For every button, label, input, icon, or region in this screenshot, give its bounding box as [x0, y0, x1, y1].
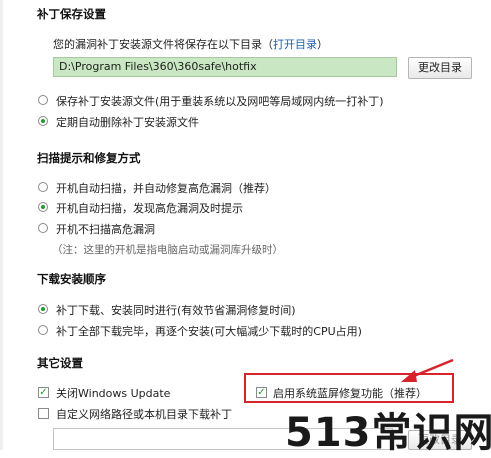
- scan-autofix-radio[interactable]: [38, 182, 48, 192]
- keep-patch-files-radio[interactable]: [38, 95, 48, 105]
- download-parallel-label: 补丁下载、安装同时进行(有效节省漏洞修复时间): [56, 304, 296, 317]
- patch-save-desc-suffix: ）: [317, 38, 328, 51]
- change-directory-button[interactable]: 更改目录: [408, 57, 472, 79]
- no-scan-label: 开机不扫描高危漏洞: [56, 223, 155, 236]
- download-title: 下载安装顺序: [37, 272, 106, 286]
- annotation-arrow-icon: [401, 358, 454, 382]
- save-path-field[interactable]: D:\Program Files\360\360safe\hotfix: [53, 57, 397, 77]
- auto-delete-patch-files-radio[interactable]: [38, 116, 48, 126]
- open-directory-link[interactable]: 打开目录: [273, 38, 317, 51]
- scan-prompt-radio[interactable]: [38, 202, 48, 212]
- close-windows-update-label: 关闭Windows Update: [56, 387, 171, 400]
- left-border: [0, 0, 3, 450]
- scan-autofix-label: 开机自动扫描，并自动修复高危漏洞（推荐）: [56, 182, 276, 195]
- other-settings-title: 其它设置: [37, 356, 83, 370]
- patch-save-desc-prefix: 您的漏洞补丁安装源文件将保存在以下目录（: [53, 38, 273, 51]
- scan-note: （注：这里的开机是指电脑启动或漏洞库升级时）: [52, 244, 283, 256]
- download-sequential-label: 补丁全部下载完毕，再逐个安装(可大幅减少下载时的CPU占用): [56, 325, 362, 338]
- keep-patch-files-label: 保存补丁安装源文件(用于重装系统以及网吧等局域网内统一打补丁): [56, 95, 384, 108]
- download-parallel-radio[interactable]: [38, 304, 48, 314]
- auto-delete-patch-files-label: 定期自动删除补丁安装源文件: [56, 116, 199, 129]
- custom-download-path-label: 自定义网络路径或本机目录下载补丁: [56, 408, 232, 421]
- scan-prompt-label: 开机自动扫描，发现高危漏洞及时提示: [56, 202, 243, 215]
- patch-save-title: 补丁保存设置: [37, 7, 106, 21]
- patch-save-description: 您的漏洞补丁安装源文件将保存在以下目录（打开目录）: [53, 36, 328, 52]
- download-sequential-radio[interactable]: [38, 325, 48, 335]
- close-windows-update-checkbox[interactable]: ✓: [38, 387, 49, 398]
- watermark-logo: 513常识网: [285, 410, 491, 456]
- no-scan-radio[interactable]: [38, 223, 48, 233]
- custom-download-path-checkbox[interactable]: [38, 408, 49, 419]
- scan-title: 扫描提示和修复方式: [37, 151, 141, 165]
